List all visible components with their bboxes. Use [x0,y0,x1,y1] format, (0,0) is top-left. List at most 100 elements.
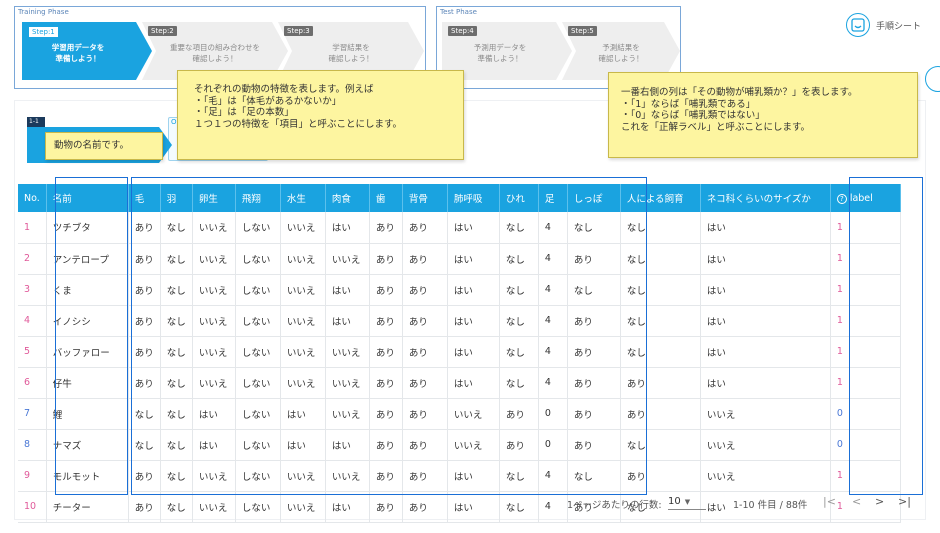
cell-catsize: いいえ [700,398,831,430]
cell-hair: あり [128,367,161,399]
cell-label: 1 [830,491,901,523]
col-header-domestic[interactable]: 人による飼育 [620,184,701,212]
col-header-backbone[interactable]: 背骨 [402,184,448,212]
cell-hair: あり [128,336,161,368]
table-row[interactable]: 8 ナマズ なし なし はい しない はい はい あり あり いいえ あり 0 あり なし いいえ 0 [18,429,901,461]
cell-tail: あり [567,243,621,275]
col-header-hair[interactable]: 毛 [128,184,161,212]
cell-domestic: なし [620,212,701,244]
cell-eggs: いいえ [192,274,236,306]
cell-name: 仔牛 [46,367,129,399]
cell-backbone: あり [402,305,448,337]
col-header-teeth[interactable]: 歯 [369,184,403,212]
cell-tail: なし [567,460,621,492]
cell-airborne: しない [235,212,281,244]
cell-catsize: はい [700,274,831,306]
cell-backbone: あり [402,460,448,492]
cell-catsize: いいえ [700,429,831,461]
table-row[interactable]: 5 バッファロー あり なし いいえ しない いいえ いいえ あり あり はい なし 4 あり なし はい 1 [18,336,901,368]
cell-legs: 4 [538,305,568,337]
step-4-tag: Step:4 [448,26,477,36]
cell-backbone: あり [402,491,448,523]
cell-feather: なし [160,367,193,399]
col-header-aquatic[interactable]: 水生 [280,184,326,212]
cell-hair: あり [128,274,161,306]
next-page-button[interactable]: > [875,495,884,508]
cell-aquatic: いいえ [280,336,326,368]
table-row[interactable]: 1 ツチブタ あり なし いいえ しない いいえ はい あり あり はい なし 4 なし なし はい 1 [18,212,901,244]
cell-backbone: あり [402,367,448,399]
col-header-label-text: label [849,192,873,204]
last-page-button[interactable]: >| [898,495,911,508]
cell-tail: なし [567,274,621,306]
step-5-tag: Step:5 [568,26,597,36]
cell-feather: なし [160,491,193,523]
cell-catsize: はい [700,336,831,368]
cell-eggs: いいえ [192,491,236,523]
side-circle-icon[interactable] [925,66,940,92]
cell-no: 10 [18,491,47,523]
col-header-predator[interactable]: 肉食 [325,184,370,212]
step-1[interactable]: Step:1 学習用データを 準備しよう！ [22,22,152,80]
col-header-fins[interactable]: ひれ [499,184,539,212]
col-header-legs[interactable]: 足 [538,184,568,212]
cell-predator: いいえ [325,460,370,492]
col-header-tail[interactable]: しっぽ [567,184,621,212]
rows-per-page-label: 1ページあたりの行数: [567,500,662,511]
cell-label: 1 [830,274,901,306]
table-row[interactable]: 9 モルモット あり なし いいえ しない いいえ いいえ あり あり はい なし 4 なし あり いいえ 1 [18,460,901,492]
col-header-breathes[interactable]: 肺呼吸 [447,184,500,212]
prev-page-button[interactable]: < [852,495,861,508]
help-circle-icon[interactable]: ? [836,193,847,204]
cell-fins: なし [499,460,539,492]
cell-aquatic: いいえ [280,305,326,337]
help-sheet-button[interactable]: 手順シート [846,12,921,38]
cell-backbone: あり [402,212,448,244]
cell-eggs: いいえ [192,243,236,275]
cell-name: ツチブタ [46,212,129,244]
cell-breathes: はい [447,491,500,523]
cell-predator: はい [325,274,370,306]
rows-per-page-select[interactable]: 10 ▼ [668,496,706,510]
cell-predator: はい [325,429,370,461]
cell-catsize: はい [700,305,831,337]
cell-predator: はい [325,491,370,523]
step-3-tag: Step:3 [284,26,313,36]
col-header-name[interactable]: 名前 [46,184,129,212]
cell-catsize: いいえ [700,460,831,492]
callout-name: 動物の名前です。 [45,132,163,160]
cell-teeth: あり [369,274,403,306]
cell-legs: 0 [538,429,568,461]
cell-aquatic: いいえ [280,491,326,523]
col-header-airborne[interactable]: 飛翔 [235,184,281,212]
col-header-catsize[interactable]: ネコ科くらいのサイズか [700,184,831,212]
cell-predator: はい [325,305,370,337]
col-header-label[interactable]: ? label [830,184,901,212]
cell-breathes: いいえ [447,429,500,461]
cell-breathes: はい [447,367,500,399]
step-1-text: 学習用データを 準備しよう！ [51,43,105,63]
cell-catsize: はい [700,367,831,399]
table-row[interactable]: 4 イノシシ あり なし いいえ しない いいえ はい あり あり はい なし 4 あり なし はい 1 [18,305,901,337]
cell-breathes: はい [447,336,500,368]
cell-backbone: あり [402,274,448,306]
cell-fins: なし [499,212,539,244]
first-page-button[interactable]: |< [823,495,836,508]
cell-label: 1 [830,243,901,275]
col-header-eggs[interactable]: 卵生 [192,184,236,212]
cell-airborne: しない [235,491,281,523]
col-header-feather[interactable]: 羽 [160,184,193,212]
table-row[interactable]: 2 アンテロープ あり なし いいえ しない いいえ いいえ あり あり はい なし 4 あり なし はい 1 [18,243,901,275]
table-row[interactable]: 3 くま あり なし いいえ しない いいえ はい あり あり はい なし 4 なし なし はい 1 [18,274,901,306]
test-phase-label: Test Phase [440,8,477,16]
table-row[interactable]: 7 鯉なし なし はい しない はい いいえ あり あり いいえ あり 0 あり あり いいえ 0 [18,398,901,430]
table-row[interactable]: 6 仔牛 あり なし いいえ しない いいえ いいえ あり あり はい なし 4 あり あり はい 1 [18,367,901,399]
cell-teeth: あり [369,429,403,461]
cell-aquatic: いいえ [280,243,326,275]
col-header-no[interactable]: No. [18,184,47,212]
cell-teeth: あり [369,491,403,523]
cell-fins: なし [499,491,539,523]
cell-no: 3 [18,274,47,306]
cell-backbone: あり [402,243,448,275]
cell-legs: 4 [538,491,568,523]
